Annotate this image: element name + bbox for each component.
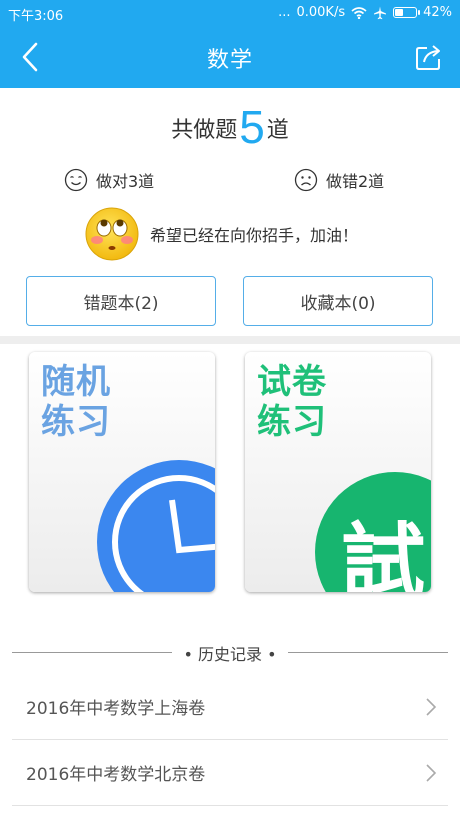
history-title: • 历史记录 • [183,645,277,664]
share-icon[interactable] [412,40,446,74]
status-right: ... 0.00K/s 42% [278,5,452,20]
sad-face-icon [294,168,318,192]
history-item[interactable]: 2016年中考数学上海卷 [12,674,448,740]
status-time: 下午3:06 [8,9,64,24]
random-practice-card[interactable]: 随机 练习 [29,352,215,592]
history-item-label: 2016年中考数学上海卷 [26,699,206,719]
exam-practice-title: 试卷 练习 [257,362,327,442]
wifi-icon [351,6,367,19]
exam-practice-card[interactable]: 試 试卷 练习 [245,352,431,592]
wrong-count: 做错2道 [326,172,385,191]
battery-icon [393,7,421,18]
chevron-right-icon [426,764,437,782]
summary-suffix: 道 [266,118,289,143]
page-title: 数学 [206,48,253,73]
encouragement: 希望已经在向你招手，加油！ [84,206,358,262]
chevron-right-icon [426,698,437,716]
mistakes-book-button[interactable]: 错题本(2) [26,276,216,326]
wrong-result: 做错2道 [294,168,384,192]
correct-result: 做对3道 [64,168,154,192]
network-speed: 0.00K/s [296,5,346,20]
history-item[interactable]: 2016年中考数学北京卷 [12,740,448,806]
battery-percent: 42% [423,5,452,20]
random-practice-title: 随机 练习 [41,362,111,442]
signal-dots: ... [278,5,291,20]
history-item-label: 2016年中考数学北京卷 [26,765,206,785]
airplane-icon [374,6,387,19]
emoji-face-icon [85,207,139,261]
encouragement-text: 希望已经在向你招手，加油！ [150,226,359,245]
status-bar: 下午3:06 ... 0.00K/s 42% [0,0,460,26]
question-count: 5 [239,101,265,153]
nav-bar: 数学 [0,26,460,88]
summary: 共做题5道 [0,100,460,154]
section-divider [0,336,460,344]
smile-face-icon [64,168,88,192]
svg-text:試: 試 [341,514,425,592]
favorites-book-button[interactable]: 收藏本(0) [243,276,433,326]
summary-prefix: 共做题 [171,118,238,143]
correct-count: 做对3道 [96,172,155,191]
